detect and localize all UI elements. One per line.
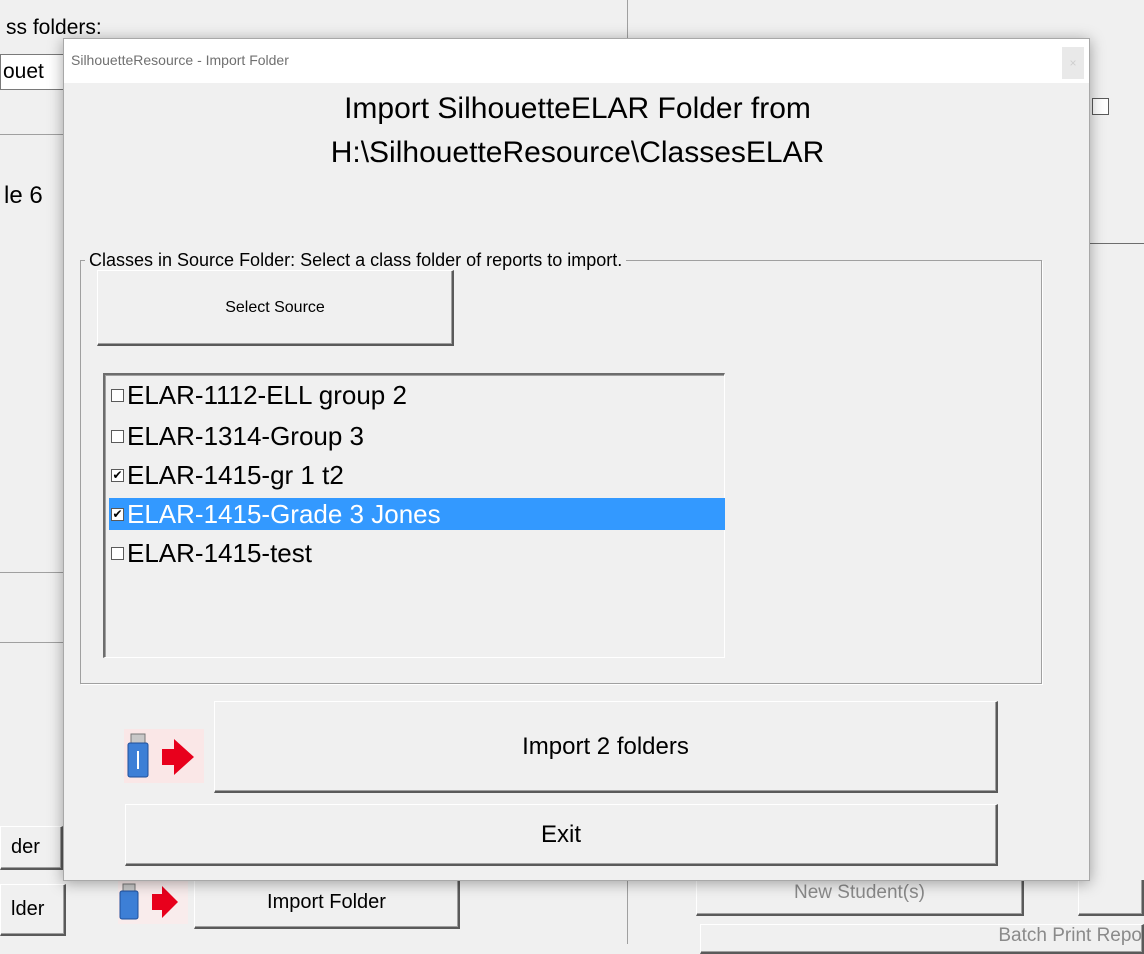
list-item[interactable]: ✔ ELAR-1415-Grade 3 Jones — [109, 498, 725, 530]
import-folders-button[interactable]: Import 2 folders — [214, 701, 998, 793]
import-folder-button[interactable]: Import Folder — [194, 877, 460, 929]
dialog-titlebar[interactable]: SilhouetteResource - Import Folder × — [64, 39, 1089, 83]
class-folders-label: ss folders: — [6, 16, 102, 39]
checkbox-checked-icon[interactable]: ✔ — [111, 468, 124, 482]
folder-button-2[interactable]: lder — [0, 884, 66, 936]
dialog-title: SilhouetteResource - Import Folder — [71, 52, 289, 68]
list-item[interactable]: ELAR-1112-ELL group 2 — [109, 379, 725, 411]
grade-label: le 6 — [4, 182, 43, 209]
heading-line-2: H:\SilhouetteResource\ClassesELAR — [330, 136, 825, 169]
heading-line-1: Import SilhouetteELAR Folder from — [344, 92, 811, 125]
list-item[interactable]: ✔ ELAR-1415-gr 1 t2 — [109, 459, 725, 491]
silhouette-field[interactable]: ouet — [0, 54, 66, 90]
background-side-button[interactable] — [1078, 880, 1144, 916]
close-icon[interactable]: × — [1062, 47, 1084, 79]
group-legend: Classes in Source Folder: Select a class… — [89, 250, 623, 270]
exit-button[interactable]: Exit — [125, 804, 998, 866]
checkbox-icon[interactable] — [111, 388, 124, 402]
usb-drive-icon — [124, 729, 204, 783]
import-folder-dialog: SilhouetteResource - Import Folder × Imp… — [63, 38, 1090, 881]
new-students-button[interactable]: New Student(s) — [696, 880, 1024, 916]
batch-print-button[interactable]: Batch Print Repo — [700, 924, 1144, 954]
checkbox-checked-icon[interactable]: ✔ — [111, 507, 124, 521]
select-source-button[interactable]: Select Source — [97, 270, 454, 346]
usb-drive-icon — [118, 880, 188, 924]
checkbox-icon[interactable] — [111, 429, 124, 443]
background-checkbox[interactable] — [1092, 98, 1109, 115]
list-item[interactable]: ELAR-1415-test — [109, 537, 725, 569]
class-folder-list[interactable]: ELAR-1112-ELL group 2 ELAR-1314-Group 3 … — [103, 373, 725, 658]
checkbox-icon[interactable] — [111, 546, 124, 560]
folder-button-1[interactable]: der — [0, 826, 63, 870]
list-item[interactable]: ELAR-1314-Group 3 — [109, 420, 725, 452]
